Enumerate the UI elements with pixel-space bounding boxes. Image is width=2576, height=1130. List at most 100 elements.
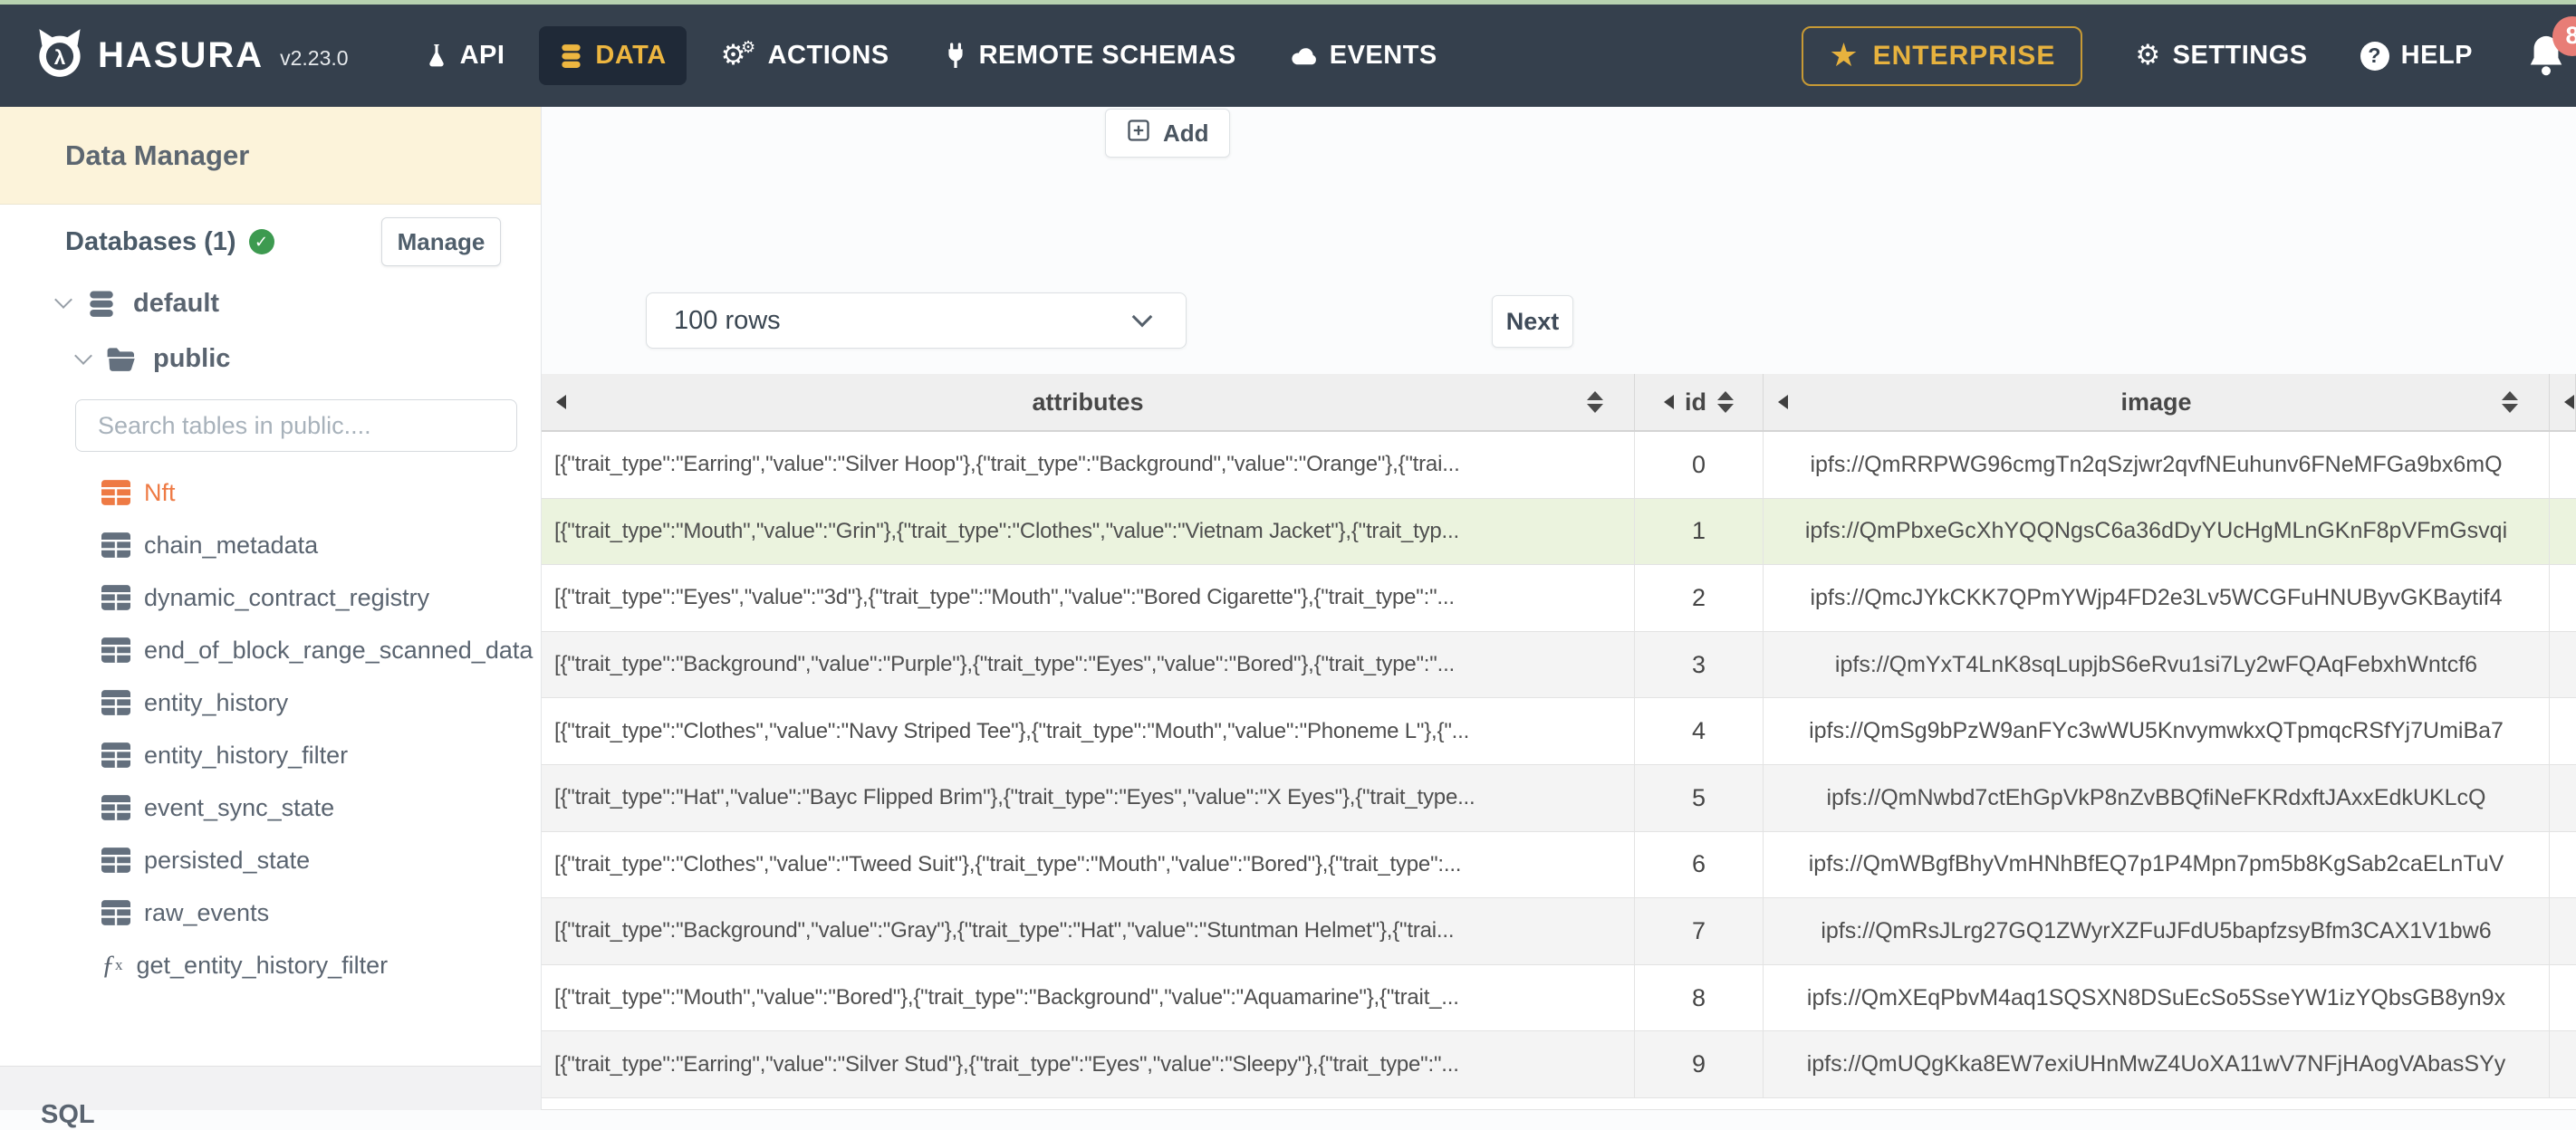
- rows-per-page-select[interactable]: 100 rows: [646, 292, 1187, 349]
- table-row[interactable]: [{"trait_type":"Background","value":"Gra…: [542, 898, 2576, 965]
- top-navbar: λ HASURA v2.23.0 API DATA ⚙ ⚙ ACTIONS RE…: [0, 5, 2576, 107]
- table-row[interactable]: [{"trait_type":"Eyes","value":"3d"},{"tr…: [542, 565, 2576, 632]
- svg-text:λ: λ: [54, 46, 66, 69]
- cloud-icon: [1291, 45, 1318, 67]
- sidebar-table-item[interactable]: Nft: [0, 466, 541, 519]
- settings-button[interactable]: ⚙ SETTINGS: [2135, 41, 2307, 71]
- cell-image: ipfs://QmRRPWG96cmgTn2qSzjwr2qvfNEuhunv6…: [1764, 432, 2550, 498]
- table-row-partial: [542, 1097, 2576, 1110]
- sidebar-table-item[interactable]: dynamic_contract_registry: [0, 571, 541, 624]
- notifications-button[interactable]: 8: [2525, 15, 2576, 81]
- sidebar-table-item[interactable]: event_sync_state: [0, 781, 541, 834]
- manage-button[interactable]: Manage: [381, 217, 501, 266]
- table-row[interactable]: [{"trait_type":"Earring","value":"Silver…: [542, 1031, 2576, 1098]
- next-page-button[interactable]: Next: [1492, 295, 1573, 348]
- sort-icon[interactable]: [1587, 391, 1603, 413]
- collapse-column-icon[interactable]: [1778, 395, 1788, 409]
- column-header-id[interactable]: id: [1635, 374, 1764, 430]
- column-header-attributes[interactable]: attributes: [542, 374, 1635, 430]
- cell-id: 7: [1635, 898, 1764, 964]
- sidebar-table-item[interactable]: chain_metadata: [0, 519, 541, 571]
- plus-square-icon: [1126, 118, 1151, 149]
- column-header-image[interactable]: image: [1764, 374, 2550, 430]
- enterprise-button[interactable]: ★ ENTERPRISE: [1802, 25, 2083, 86]
- cell-image: ipfs://QmXEqPbvM4aq1SQSXN8DSuEcSo5SseYW1…: [1764, 964, 2550, 1031]
- table-icon: [101, 480, 130, 505]
- table-icon: [101, 690, 130, 715]
- table-row[interactable]: [{"trait_type":"Earring","value":"Silver…: [542, 432, 2576, 499]
- sql-label: SQL: [41, 1100, 95, 1129]
- table-row[interactable]: [{"trait_type":"Clothes","value":"Tweed …: [542, 831, 2576, 899]
- cell-spacer: [2550, 965, 2576, 1031]
- cell-spacer: [2550, 1031, 2576, 1097]
- cell-image: ipfs://QmRsJLrg27GQ1ZWyrXZFuJFdU5bapfzsy…: [1764, 898, 2550, 964]
- question-circle-icon: ?: [2360, 41, 2389, 71]
- chevron-down-icon[interactable]: [54, 291, 72, 309]
- sort-icon[interactable]: [2502, 391, 2518, 413]
- connected-check-icon: ✓: [248, 229, 274, 254]
- help-button[interactable]: ? HELP: [2360, 41, 2473, 71]
- version-label: v2.23.0: [280, 46, 349, 70]
- table-row[interactable]: [{"trait_type":"Hat","value":"Bayc Flipp…: [542, 764, 2576, 832]
- cell-spacer: [2550, 432, 2576, 498]
- table-icon: [101, 532, 130, 558]
- tree-node-database[interactable]: default: [54, 288, 219, 319]
- nav-item-remote-schemas[interactable]: REMOTE SCHEMAS: [924, 26, 1256, 85]
- sidebar-table-item[interactable]: end_of_block_range_scanned_data: [0, 624, 541, 676]
- cell-spacer: [2550, 632, 2576, 698]
- cell-attributes: [{"trait_type":"Clothes","value":"Navy S…: [542, 698, 1635, 764]
- nav-item-events[interactable]: EVENTS: [1271, 26, 1457, 85]
- sidebar-table-item[interactable]: raw_events: [0, 886, 541, 939]
- table-name: entity_history_filter: [144, 741, 349, 769]
- sidebar-table-item[interactable]: entity_history_filter: [0, 729, 541, 781]
- top-accent-strip: [0, 0, 2576, 5]
- cell-attributes: [{"trait_type":"Clothes","value":"Tweed …: [542, 831, 1635, 898]
- help-label: HELP: [2400, 41, 2473, 70]
- collapse-column-icon[interactable]: [556, 395, 566, 409]
- sidebar-footer-sql[interactable]: SQL: [0, 1066, 541, 1129]
- cell-image: ipfs://QmcJYkCKK7QPmYWjp4FD2e3Lv5WCGFuHN…: [1764, 565, 2550, 631]
- bell-icon: [2525, 35, 2567, 81]
- hasura-brand[interactable]: λ HASURA v2.23.0: [36, 28, 349, 83]
- add-row-button[interactable]: Add: [1105, 109, 1230, 158]
- column-header-partial[interactable]: [2550, 374, 2576, 430]
- tables-list: Nft chain_metadata dynamic_contract_regist…: [0, 466, 541, 991]
- chevron-down-icon[interactable]: [74, 346, 92, 365]
- table-row[interactable]: [{"trait_type":"Mouth","value":"Bored"},…: [542, 964, 2576, 1032]
- cell-spacer: [2550, 499, 2576, 565]
- table-body: [{"trait_type":"Earring","value":"Silver…: [542, 432, 2576, 1098]
- cell-image: ipfs://QmNwbd7ctEhGpVkP8nZvBBQfiNeFKRdxf…: [1764, 764, 2550, 831]
- table-row[interactable]: [{"trait_type":"Background","value":"Pur…: [542, 631, 2576, 699]
- folder-icon: [106, 347, 137, 372]
- sidebar-table-item[interactable]: entity_history: [0, 676, 541, 729]
- table-row[interactable]: [{"trait_type":"Clothes","value":"Navy S…: [542, 698, 2576, 765]
- table-name: persisted_state: [144, 846, 311, 874]
- table-name: chain_metadata: [144, 531, 319, 559]
- cell-id: 0: [1635, 432, 1764, 498]
- table-name: Nft: [144, 478, 176, 506]
- table-row[interactable]: [{"trait_type":"Mouth","value":"Grin"},{…: [542, 498, 2576, 566]
- sidebar-table-item[interactable]: persisted_state: [0, 834, 541, 886]
- settings-label: SETTINGS: [2172, 41, 2308, 70]
- database-icon: [559, 43, 583, 70]
- gears-icon: ⚙ ⚙: [720, 37, 756, 72]
- flask-icon: [425, 43, 448, 70]
- search-tables-input[interactable]: [75, 399, 517, 452]
- cell-attributes: [{"trait_type":"Earring","value":"Silver…: [542, 1031, 1635, 1097]
- nav-item-actions[interactable]: ⚙ ⚙ ACTIONS: [701, 26, 909, 85]
- cell-spacer: [2550, 698, 2576, 764]
- star-icon: ★: [1829, 36, 1860, 74]
- nav-item-api[interactable]: API: [405, 26, 525, 85]
- table-name: end_of_block_range_scanned_data: [144, 636, 533, 664]
- tree-node-schema[interactable]: public: [74, 344, 230, 374]
- sort-icon[interactable]: [1717, 391, 1734, 413]
- gear-icon: ⚙: [2135, 39, 2161, 72]
- collapse-column-icon[interactable]: [1664, 395, 1674, 409]
- table-name: event_sync_state: [144, 793, 335, 821]
- nav-item-data[interactable]: DATA: [539, 26, 687, 85]
- cell-attributes: [{"trait_type":"Hat","value":"Bayc Flipp…: [542, 764, 1635, 831]
- cell-spacer: [2550, 765, 2576, 831]
- table-name: dynamic_contract_registry: [144, 583, 430, 611]
- collapse-column-icon[interactable]: [2564, 395, 2574, 409]
- sidebar-table-item[interactable]: ƒ x get_entity_history_filter: [0, 939, 541, 991]
